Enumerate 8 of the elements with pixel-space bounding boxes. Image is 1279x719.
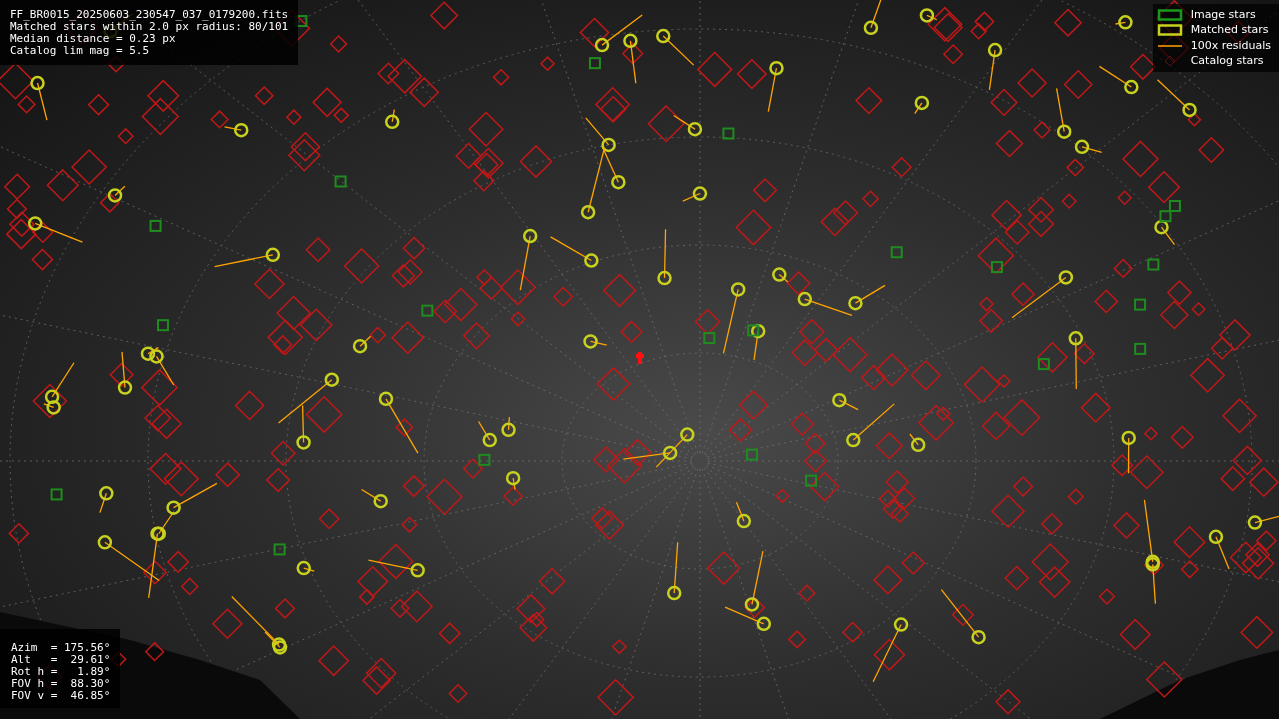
- image-star-legend-icon: [1156, 8, 1183, 21]
- pointing-info-text: Azim = 175.56° Alt = 29.61° Rot h = 1.89° FOV h = 88.30° FOV v = 46.85°: [0, 629, 121, 708]
- legend-label: Catalog stars: [1190, 53, 1264, 69]
- legend-label: 100x residuals: [1190, 37, 1271, 54]
- matched-star-legend-icon: [1156, 24, 1183, 37]
- legend-label: Matched stars: [1190, 22, 1269, 38]
- legend-label: Image stars: [1190, 6, 1256, 23]
- file-info-text: FF_BR0015_20250603_230547_037_0179200.fits Matched stars within 2.0 px radius: 80/101 Median distance = 0.23 px Catalog lim mag = 5.5: [0, 0, 299, 65]
